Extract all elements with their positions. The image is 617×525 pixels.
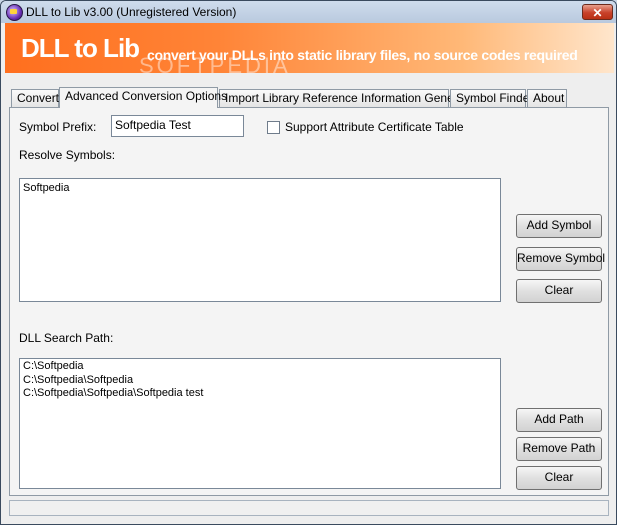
main-window: DLL to Lib v3.00 (Unregistered Version) … bbox=[0, 0, 617, 525]
advanced-options-panel: Symbol Prefix: Softpedia Test Support At… bbox=[9, 107, 609, 496]
tab-convert[interactable]: Convert bbox=[11, 89, 59, 107]
tab-label: Convert bbox=[17, 91, 60, 105]
banner-tagline: convert your DLLs into static library fi… bbox=[147, 47, 578, 63]
banner-title: DLL to Lib bbox=[21, 33, 140, 63]
list-item[interactable]: C:\Softpedia bbox=[23, 360, 84, 372]
add-path-button[interactable]: Add Path bbox=[516, 408, 602, 432]
dll-search-path-list[interactable]: C:\Softpedia C:\Softpedia\Softpedia C:\S… bbox=[19, 358, 501, 489]
tab-label: Advanced Conversion Options bbox=[65, 89, 228, 103]
tab-label: Symbol Finder bbox=[456, 91, 534, 105]
window-title: DLL to Lib v3.00 (Unregistered Version) bbox=[26, 5, 237, 19]
support-cert-checkbox[interactable] bbox=[267, 121, 280, 134]
app-icon[interactable] bbox=[6, 4, 23, 21]
symbol-prefix-input[interactable]: Softpedia Test bbox=[111, 115, 244, 137]
close-button[interactable]: ✕ bbox=[582, 4, 613, 20]
title-bar[interactable]: DLL to Lib v3.00 (Unregistered Version) … bbox=[1, 1, 616, 23]
clear-paths-button[interactable]: Clear bbox=[516, 466, 602, 490]
list-item[interactable]: C:\Softpedia\Softpedia bbox=[23, 374, 133, 386]
tab-about[interactable]: About bbox=[527, 89, 567, 107]
list-item[interactable]: C:\Softpedia\Softpedia\Softpedia test bbox=[23, 387, 203, 399]
resolve-symbols-label: Resolve Symbols: bbox=[19, 148, 116, 162]
remove-path-button[interactable]: Remove Path bbox=[516, 437, 602, 461]
resolve-symbols-list[interactable]: Softpedia bbox=[19, 178, 501, 302]
tab-label: Import Library Reference Information Gen… bbox=[225, 91, 479, 105]
remove-symbol-button[interactable]: Remove Symbol bbox=[516, 247, 605, 271]
tab-import-library-generator[interactable]: Import Library Reference Information Gen… bbox=[219, 89, 478, 107]
symbol-prefix-label: Symbol Prefix: bbox=[19, 120, 97, 134]
clear-symbols-button[interactable]: Clear bbox=[516, 279, 602, 303]
close-icon: ✕ bbox=[592, 6, 603, 20]
tab-advanced-conversion-options[interactable]: Advanced Conversion Options bbox=[59, 87, 227, 108]
banner: SOFTPEDIA DLL to Lib convert your DLLs i… bbox=[5, 23, 614, 73]
dll-search-path-label: DLL Search Path: bbox=[19, 331, 114, 345]
add-symbol-button[interactable]: Add Symbol bbox=[516, 214, 602, 238]
status-bar bbox=[9, 500, 609, 516]
tab-symbol-finder[interactable]: Symbol Finder bbox=[450, 89, 533, 107]
list-item[interactable]: Softpedia bbox=[23, 182, 69, 194]
support-cert-label[interactable]: Support Attribute Certificate Table bbox=[285, 120, 464, 134]
tab-label: About bbox=[533, 91, 565, 105]
